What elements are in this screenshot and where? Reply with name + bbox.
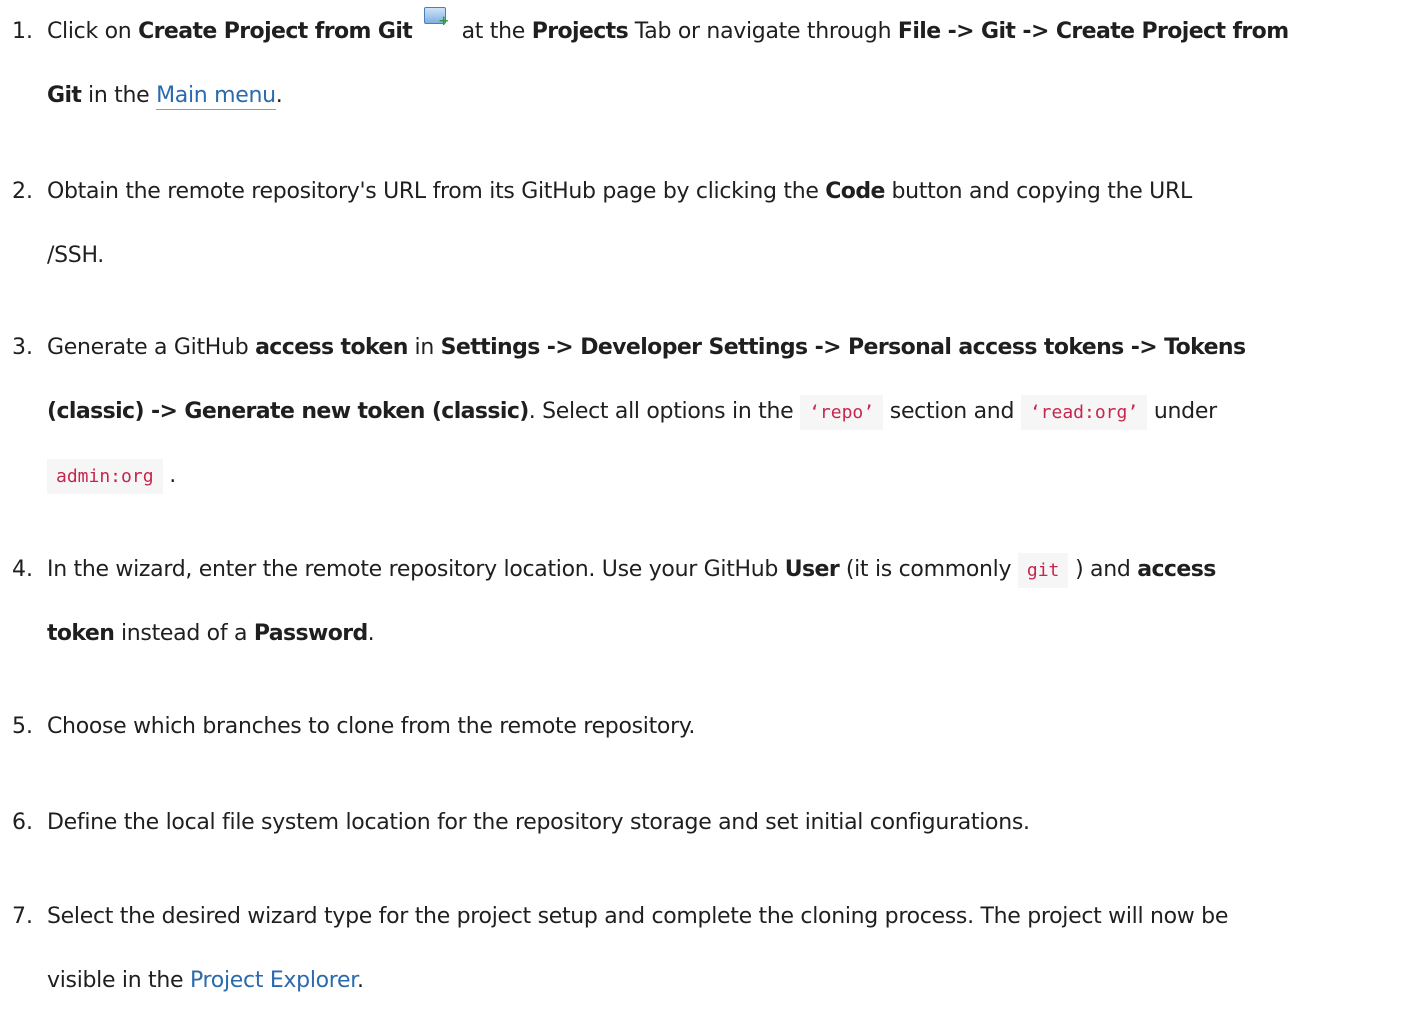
step-number: 7. [12, 904, 33, 929]
read-org-scope-code: ‘read:org’ [1020, 395, 1148, 430]
git-user-code: git [1017, 553, 1069, 588]
settings-path-end: (classic) -> Generate new token (classic… [47, 399, 529, 424]
access-token-label-end: token [47, 621, 115, 646]
step-number: 5. [12, 714, 33, 739]
instruction-list: 1. Click on Create Project from Git GIT +… [0, 0, 1404, 996]
step-number: 6. [12, 810, 33, 835]
code-button-label: Code [825, 179, 885, 204]
step-text: Obtain the remote repository's URL from … [47, 179, 1192, 268]
step-text: Define the local file system location fo… [47, 810, 1030, 835]
access-token-label-start: access [1137, 557, 1216, 582]
menu-path: File -> Git -> Create Project from [897, 19, 1289, 44]
step-text: Select the desired wizard type for the p… [47, 904, 1229, 993]
step-text: Click on Create Project from Git GIT + at… [47, 0, 1402, 128]
repo-scope-code: ‘repo’ [800, 395, 884, 430]
project-explorer-link[interactable]: Project Explorer [190, 968, 357, 993]
step-number: 4. [12, 557, 33, 582]
step-text: In the wizard, enter the remote reposito… [47, 538, 1402, 666]
step-text: Generate a GitHub access token in Settin… [47, 316, 1402, 508]
step-number: 1. [12, 19, 33, 44]
projects-tab-label: Projects [531, 19, 629, 44]
settings-path: Settings -> Developer Settings -> Person… [440, 335, 1246, 360]
step-text: Choose which branches to clone from the … [47, 714, 696, 739]
user-label: User [784, 557, 840, 582]
password-label: Password [253, 621, 368, 646]
main-menu-link[interactable]: Main menu [156, 83, 276, 110]
access-token-label: access token [255, 335, 408, 360]
create-project-from-git-label: Create Project from Git [138, 19, 413, 44]
step-number: 3. [12, 335, 33, 360]
menu-path-end: Git [47, 83, 82, 108]
step-number: 2. [12, 179, 33, 204]
git-create-project-icon: GIT + [423, 6, 449, 45]
admin-org-code: admin:org [47, 459, 163, 494]
